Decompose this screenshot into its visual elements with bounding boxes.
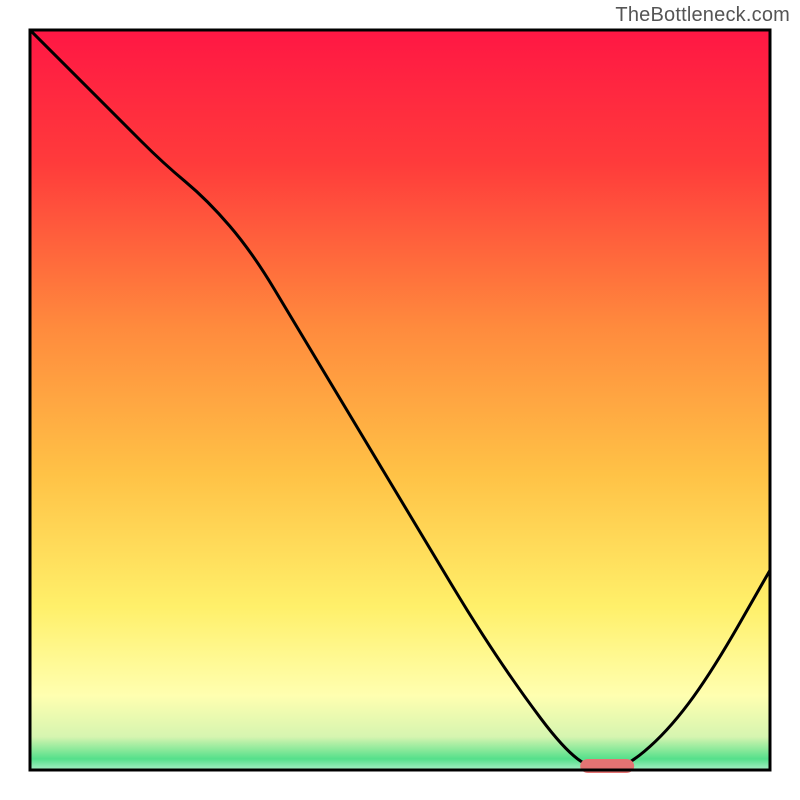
chart-stage: TheBottleneck.com [0, 0, 800, 800]
chart-svg [0, 0, 800, 800]
watermark-text: TheBottleneck.com [615, 4, 790, 27]
